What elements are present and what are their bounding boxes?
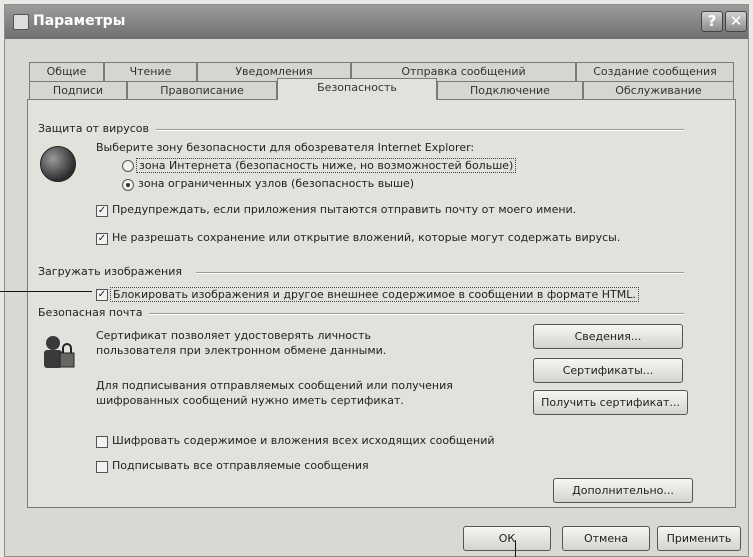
zone-restricted-radio[interactable] <box>122 179 134 191</box>
warn-checkbox[interactable]: ✓ <box>96 205 108 217</box>
tab-read[interactable]: Чтение <box>104 62 197 81</box>
app-icon <box>13 14 29 30</box>
encrypt-checkbox[interactable] <box>96 436 108 448</box>
help-button[interactable]: ? <box>701 11 723 32</box>
zone-internet-label[interactable]: зона Интернета (безопасность ниже, но во… <box>136 158 517 173</box>
close-button[interactable]: ✕ <box>725 11 747 32</box>
zone-restricted-label[interactable]: зона ограниченных узлов (безопасность вы… <box>138 177 414 190</box>
ok-button[interactable]: ОК <box>463 526 551 551</box>
block-attachments-checkbox[interactable]: ✓ <box>96 233 108 245</box>
block-attachments-label[interactable]: Не разрешать сохранение или открытие вло… <box>112 231 620 244</box>
tab-spelling[interactable]: Правописание <box>127 81 277 100</box>
tab-connection[interactable]: Подключение <box>437 81 583 100</box>
virus-section-label: Защита от вирусов <box>38 122 155 135</box>
certificates-button[interactable]: Сертификаты... <box>533 358 683 383</box>
sign-checkbox[interactable] <box>96 461 108 473</box>
cancel-button[interactable]: Отмена <box>562 526 650 551</box>
tab-general[interactable]: Общие <box>29 62 104 81</box>
encrypt-label[interactable]: Шифровать содержимое и вложения всех исх… <box>112 434 495 447</box>
options-dialog: Параметры ? ✕ Общие Чтение Уведомления О… <box>4 4 749 557</box>
section-divider <box>196 272 684 274</box>
sign-description-1: Для подписывания отправляемых сообщений … <box>96 379 453 392</box>
images-section-label: Загружать изображения <box>38 265 188 278</box>
warn-label[interactable]: Предупреждать, если приложения пытаются … <box>112 203 576 216</box>
secure-mail-section-label: Безопасная почта <box>38 306 149 319</box>
details-button[interactable]: Сведения... <box>533 324 683 349</box>
apply-button[interactable]: Применить <box>657 526 741 551</box>
block-images-checkbox[interactable]: ✓ <box>96 289 108 301</box>
block-images-label[interactable]: Блокировать изображения и другое внешнее… <box>110 287 639 302</box>
sign-label[interactable]: Подписывать все отправляемые сообщения <box>112 459 369 472</box>
zone-prompt: Выберите зону безопасности для обозреват… <box>96 141 475 154</box>
title-bar: Параметры ? ✕ <box>5 5 748 39</box>
callout-line <box>0 291 92 292</box>
zone-internet-radio[interactable] <box>122 160 134 172</box>
tab-security[interactable]: Безопасность <box>277 78 437 100</box>
window-title: Параметры <box>33 13 126 29</box>
sign-description-2: шифрованных сообщений нужно иметь сертиф… <box>96 394 404 407</box>
section-divider <box>138 313 684 315</box>
advanced-button[interactable]: Дополнительно... <box>553 478 693 503</box>
security-panel: Защита от вирусов Выберите зону безопасн… <box>27 99 736 508</box>
tab-compose[interactable]: Создание сообщения <box>576 62 734 81</box>
tab-maintenance[interactable]: Обслуживание <box>583 81 734 100</box>
cert-description-2: пользователя при электронном обмене данн… <box>96 344 387 357</box>
certificate-icon <box>44 336 75 368</box>
tab-signatures[interactable]: Подписи <box>29 81 127 100</box>
get-certificate-button[interactable]: Получить сертификат... <box>533 390 688 415</box>
section-divider <box>156 129 684 131</box>
cert-description-1: Сертификат позволяет удостоверять личнос… <box>96 329 371 342</box>
callout-line <box>515 540 516 557</box>
globe-icon <box>40 146 76 182</box>
